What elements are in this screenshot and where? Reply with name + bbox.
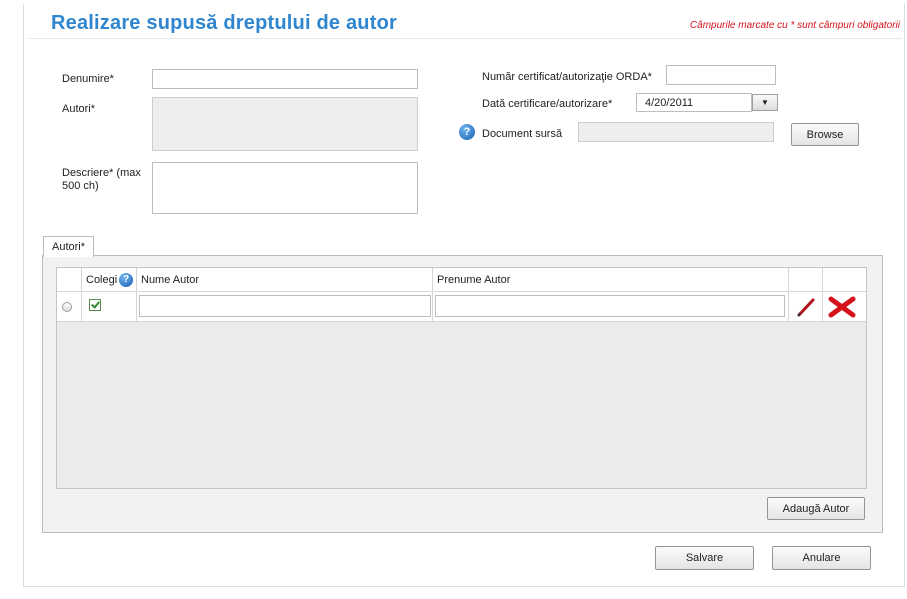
- grid-header: Colegi ? Nume Autor Prenume Autor: [57, 268, 866, 292]
- data-certificare-input[interactable]: [636, 93, 752, 112]
- header-colegi-label: Colegi: [86, 273, 118, 286]
- header-colegi: Colegi ?: [82, 268, 137, 291]
- row-nume-cell: [137, 292, 433, 321]
- header-select-column: [57, 268, 82, 291]
- header-edit-column: [789, 268, 823, 291]
- autori-label: Autori*: [62, 103, 96, 115]
- dropdown-arrow-icon: ▼: [761, 98, 769, 107]
- browse-button[interactable]: Browse: [791, 123, 859, 146]
- denumire-input[interactable]: [152, 69, 418, 89]
- numar-certificat-label: Număr certificat/autorizaţie ORDA*: [482, 71, 652, 83]
- authors-grid: Colegi ? Nume Autor Prenume Autor: [56, 267, 867, 489]
- pencil-icon[interactable]: [795, 297, 817, 317]
- descriere-textarea[interactable]: [152, 162, 418, 214]
- title-divider: [28, 38, 902, 39]
- save-button[interactable]: Salvare: [655, 546, 754, 570]
- cancel-button[interactable]: Anulare: [772, 546, 871, 570]
- descriere-label: Descriere* (max 500 ch): [62, 167, 141, 192]
- document-sursa-label: Document sursă: [482, 128, 563, 140]
- denumire-label: Denumire*: [62, 73, 114, 85]
- red-x-icon[interactable]: [827, 296, 857, 318]
- table-row: [57, 292, 866, 322]
- date-picker-button[interactable]: ▼: [752, 94, 778, 111]
- question-circle-icon[interactable]: ?: [459, 124, 475, 140]
- required-fields-note: Câmpurile marcate cu * sunt câmpuri obli…: [689, 20, 900, 31]
- row-select-cell: [57, 292, 82, 321]
- colegi-checkbox[interactable]: [89, 299, 101, 311]
- header-nume-autor: Nume Autor: [137, 268, 433, 291]
- row-edit-cell: [789, 292, 823, 321]
- question-circle-icon[interactable]: ?: [119, 272, 134, 287]
- row-colegi-cell: [82, 292, 137, 321]
- nume-autor-input[interactable]: [139, 295, 431, 317]
- document-sursa-field: [578, 122, 774, 142]
- numar-certificat-input[interactable]: [666, 65, 776, 85]
- tab-autori[interactable]: Autori*: [43, 236, 95, 257]
- row-select-radio[interactable]: [62, 302, 72, 312]
- autori-field: [152, 97, 418, 151]
- data-certificare-label: Dată certificare/autorizare*: [482, 98, 613, 110]
- header-prenume-autor: Prenume Autor: [433, 268, 789, 291]
- row-delete-cell: [823, 292, 866, 321]
- add-author-button[interactable]: Adaugă Autor: [767, 497, 865, 520]
- prenume-autor-input[interactable]: [435, 295, 785, 317]
- row-prenume-cell: [433, 292, 789, 321]
- page-title: Realizare supusă dreptului de autor: [51, 12, 397, 34]
- header-delete-column: [823, 268, 866, 291]
